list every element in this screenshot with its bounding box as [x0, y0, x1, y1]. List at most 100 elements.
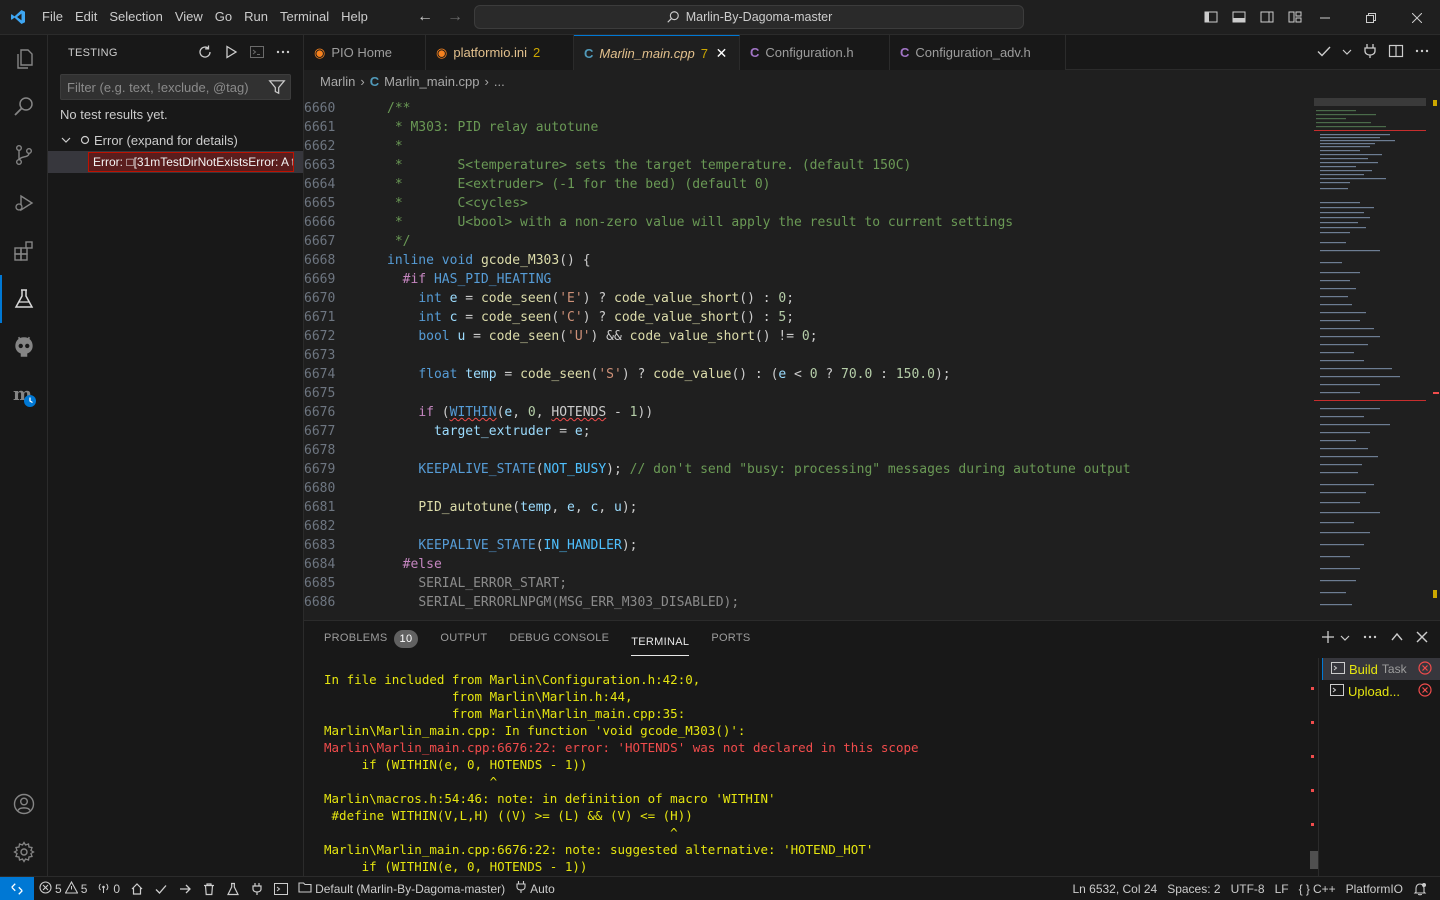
pio-home-icon[interactable] [125, 877, 149, 900]
checkmark-icon[interactable] [1316, 43, 1332, 62]
refresh-tests-icon[interactable] [195, 42, 215, 62]
restore-icon[interactable] [1348, 0, 1394, 35]
language-mode[interactable]: { } C++ [1294, 877, 1341, 900]
chevron-down-icon[interactable] [1342, 45, 1352, 60]
problems-count-badge: 10 [393, 629, 419, 648]
command-center[interactable]: Marlin-By-Dagoma-master [474, 5, 1024, 29]
error-tree-item[interactable]: Error (expand for details) [48, 129, 303, 151]
code-editor[interactable]: 6660 6661 6662 6663 6664 6665 6666 6667 … [304, 92, 1440, 620]
terminal-line: Marlin\Marlin_main.cpp: In function 'voi… [324, 723, 746, 738]
more-actions-icon[interactable] [1414, 43, 1430, 62]
tab-pio-home[interactable]: ◉ PIO Home [304, 35, 426, 70]
tab-platformio-ini[interactable]: ◉ platformio.ini 2 [426, 35, 574, 70]
terminal-divider [1318, 658, 1319, 877]
terminal-output[interactable]: In file included from Marlin\Configurati… [324, 671, 1314, 875]
terminal-scroll-thumb[interactable] [1310, 851, 1318, 869]
more-actions-icon[interactable] [273, 42, 293, 62]
pio-terminal-icon[interactable] [269, 877, 293, 900]
run-debug-icon[interactable] [0, 179, 48, 227]
notifications-bell-icon[interactable] [1408, 877, 1432, 900]
tab-marlin-main-cpp[interactable]: C Marlin_main.cpp 7 ✕ [574, 35, 740, 70]
tab-ports[interactable]: PORTS [711, 621, 750, 656]
encoding[interactable]: UTF-8 [1226, 877, 1270, 900]
extensions-icon[interactable] [0, 227, 48, 275]
tab-configuration-h[interactable]: C Configuration.h [740, 35, 890, 70]
new-terminal-icon[interactable] [1320, 629, 1336, 648]
problems-status[interactable]: 5 5 [34, 877, 92, 900]
tab-problems[interactable]: PROBLEMS 10 [324, 621, 419, 656]
code-line: float temp = code_seen('S') ? code_value… [418, 367, 951, 382]
menu-go[interactable]: Go [209, 5, 238, 29]
indentation[interactable]: Spaces: 2 [1162, 877, 1225, 900]
accounts-icon[interactable] [0, 780, 48, 828]
tab-debug-console[interactable]: DEBUG CONSOLE [509, 621, 609, 656]
testing-icon[interactable] [0, 275, 48, 323]
close-tab-icon[interactable]: ✕ [714, 45, 729, 62]
settings-gear-icon[interactable] [0, 828, 48, 876]
pio-upload-arrow-icon[interactable] [173, 877, 197, 900]
testing-sidebar: TESTING No test results yet. Error (expa… [48, 35, 304, 876]
pio-build-icon[interactable] [149, 877, 173, 900]
breadcrumb-more[interactable]: ... [494, 74, 505, 89]
forward-arrow-icon[interactable]: → [444, 6, 466, 28]
menu-file[interactable]: File [36, 5, 69, 29]
editor-scrollbar[interactable] [1430, 92, 1440, 620]
show-output-icon[interactable] [247, 42, 267, 62]
search-icon[interactable] [0, 83, 48, 131]
line-number: 6661 [304, 120, 336, 135]
back-arrow-icon[interactable]: ← [414, 6, 436, 28]
terminal-upload-task[interactable]: Upload... [1322, 680, 1440, 702]
split-editor-icon[interactable] [1388, 43, 1404, 62]
minimap[interactable] [1312, 92, 1430, 620]
breadcrumb-folder[interactable]: Marlin [320, 74, 355, 89]
source-control-icon[interactable] [0, 131, 48, 179]
toggle-secondary-sidebar-icon[interactable] [1256, 6, 1278, 28]
toggle-panel-icon[interactable] [1228, 6, 1250, 28]
no-test-results: No test results yet. [60, 107, 168, 122]
platformio-status[interactable]: PlatformIO [1341, 877, 1408, 900]
ports-status[interactable]: 0 [92, 877, 125, 900]
filter-icon[interactable] [268, 78, 286, 96]
menu-view[interactable]: View [169, 5, 209, 29]
chevron-down-icon[interactable] [1340, 631, 1350, 646]
error-detail-item[interactable]: Error: □[31mTestDirNotExistsError: A t [48, 151, 303, 173]
pio-clean-trash-icon[interactable] [197, 877, 221, 900]
tab-configuration-adv-h[interactable]: C Configuration_adv.h [890, 35, 1066, 70]
pio-serial-plug-icon[interactable] [245, 877, 269, 900]
maximize-panel-icon[interactable] [1390, 630, 1404, 647]
error-icon [39, 880, 52, 897]
pio-test-flask-icon[interactable] [221, 877, 245, 900]
breadcrumb-file[interactable]: Marlin_main.cpp [384, 74, 479, 89]
tab-output[interactable]: OUTPUT [440, 621, 487, 656]
terminal-build-task[interactable]: Build Task [1322, 658, 1440, 680]
menu-selection[interactable]: Selection [103, 5, 168, 29]
test-filter-input[interactable] [61, 79, 261, 95]
end-of-line[interactable]: LF [1270, 877, 1294, 900]
more-actions-icon[interactable] [1362, 629, 1378, 648]
menu-edit[interactable]: Edit [69, 5, 103, 29]
menu-bar: File Edit Selection View Go Run Terminal… [36, 0, 374, 35]
tab-terminal[interactable]: TERMINAL [631, 628, 690, 656]
toggle-primary-sidebar-icon[interactable] [1200, 6, 1222, 28]
close-circle-icon[interactable] [1418, 683, 1432, 700]
minimize-icon[interactable] [1302, 0, 1348, 35]
platformio-upload-icon[interactable] [1362, 43, 1378, 62]
cursor-position[interactable]: Ln 6532, Col 24 [1067, 877, 1162, 900]
remote-indicator-icon[interactable] [0, 876, 34, 900]
menu-help[interactable]: Help [335, 5, 374, 29]
close-window-icon[interactable] [1394, 0, 1440, 35]
code-line: */ [387, 234, 411, 249]
marlin-extension-icon[interactable]: m [0, 371, 48, 419]
platformio-icon[interactable] [0, 323, 48, 371]
menu-run[interactable]: Run [238, 5, 274, 29]
project-environment[interactable]: Default (Marlin-By-Dagoma-master) [293, 877, 510, 900]
upload-port[interactable]: Auto [510, 877, 560, 900]
close-panel-icon[interactable] [1416, 631, 1428, 646]
run-tests-icon[interactable] [221, 42, 241, 62]
menu-terminal[interactable]: Terminal [274, 5, 335, 29]
code-line: KEEPALIVE_STATE(IN_HANDLER); [418, 538, 638, 553]
explorer-icon[interactable] [0, 35, 48, 83]
close-circle-icon[interactable] [1418, 661, 1432, 678]
